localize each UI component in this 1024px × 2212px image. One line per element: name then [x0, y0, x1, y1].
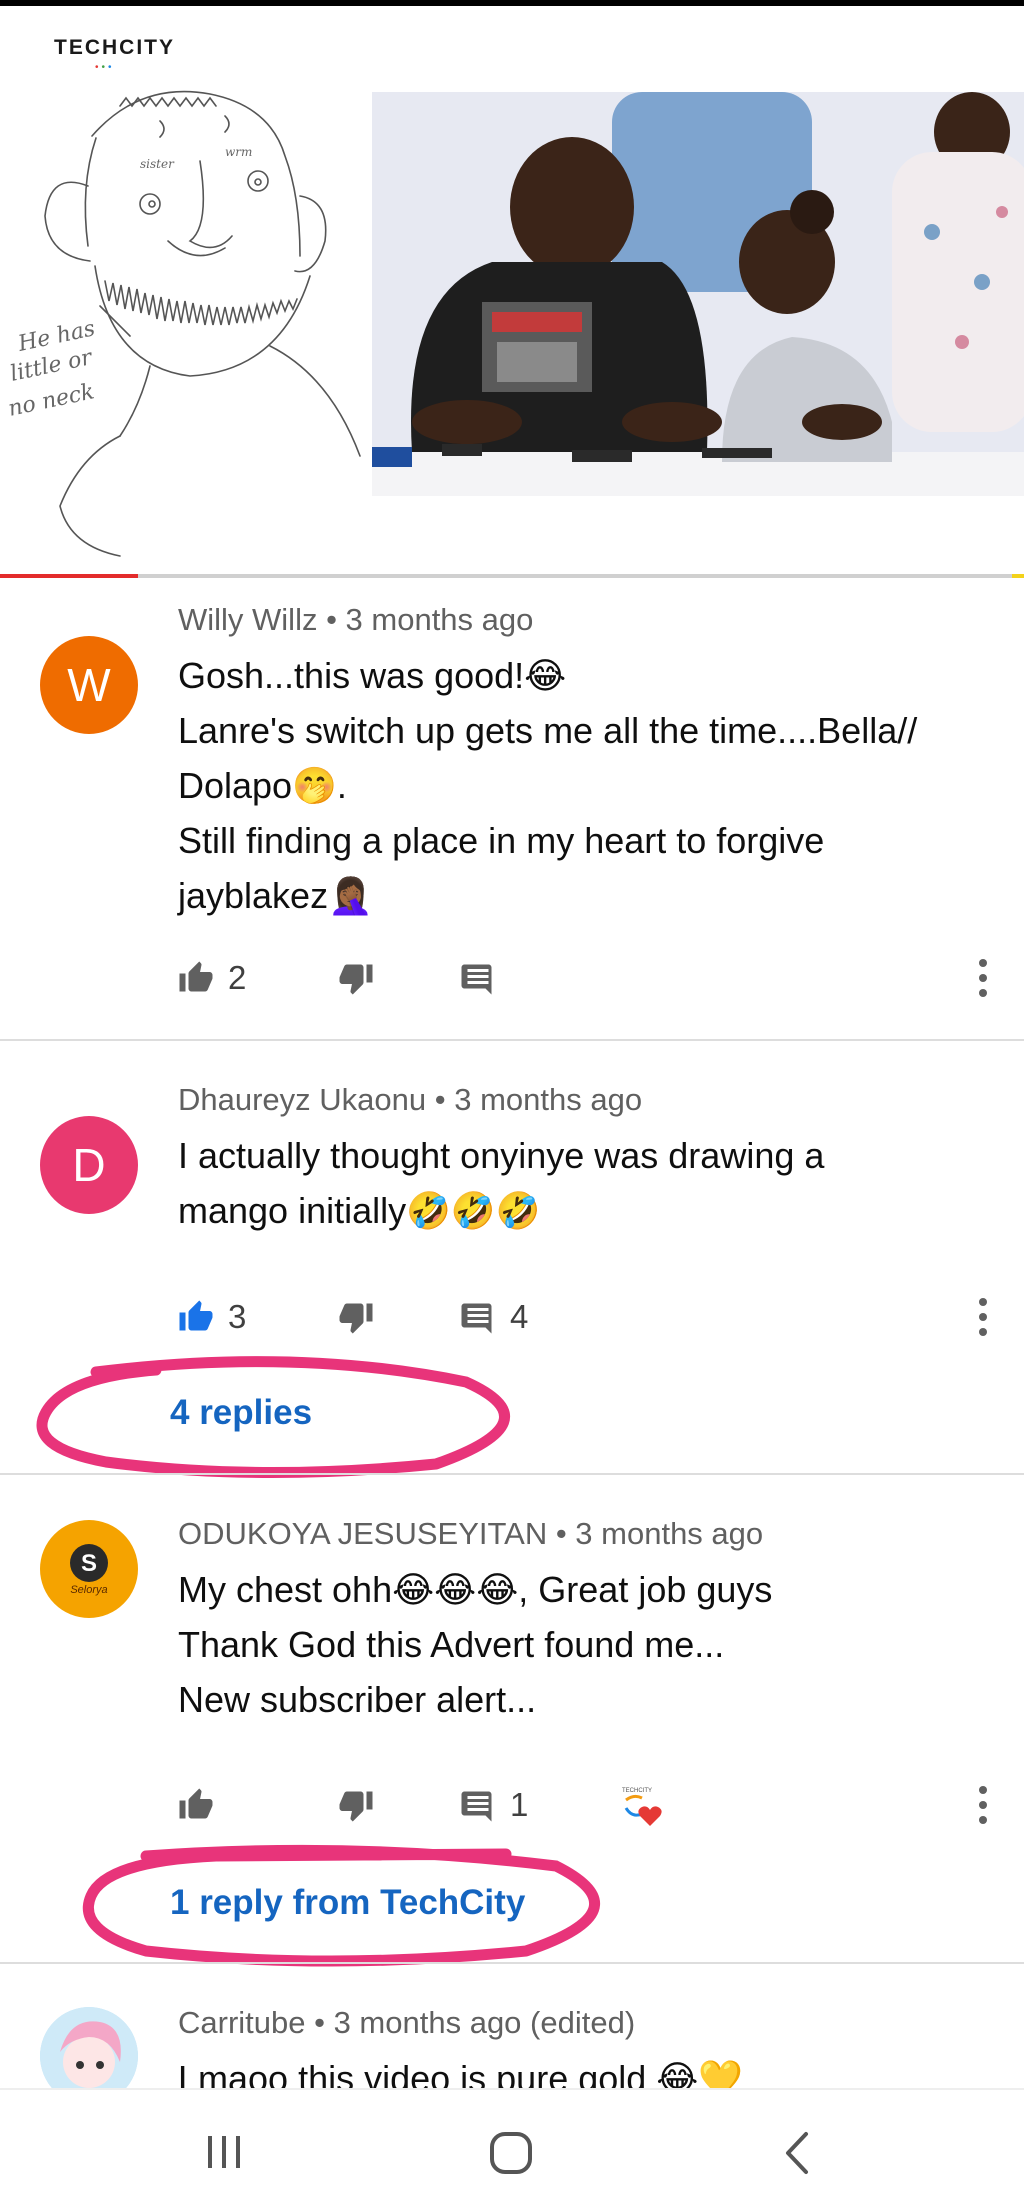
comment-meta: ODUKOYA JESUSEYITAN • 3 months ago: [178, 1516, 764, 1551]
ad-marker: [1012, 574, 1024, 578]
svg-text:no neck: no neck: [6, 379, 97, 422]
comment-line: jayblakez🤦🏾‍♀️: [178, 875, 373, 916]
video-progress-fill[interactable]: [0, 574, 139, 578]
dislike-button[interactable]: [338, 953, 374, 1003]
avatar[interactable]: W: [40, 636, 138, 734]
creator-heart-icon: TECHCITY: [622, 1788, 662, 1826]
thumbs-up-icon: [179, 1300, 213, 1331]
reply-button[interactable]: 1: [460, 1780, 528, 1830]
like-count: 3: [228, 1298, 247, 1335]
more-vert-icon[interactable]: [968, 1292, 998, 1342]
thumbs-down-icon: [339, 964, 373, 995]
reply-count: 1: [510, 1786, 529, 1823]
comment-line: I actually thought onyinye was drawing a: [178, 1135, 825, 1176]
like-button[interactable]: 2: [178, 953, 246, 1003]
comment-line: Lanre's switch up gets me all the time..…: [178, 710, 918, 751]
comment-icon: [461, 1303, 492, 1334]
watermark-dots: •••: [95, 62, 115, 73]
comment-line: Still finding a place in my heart to for…: [178, 820, 825, 861]
avatar[interactable]: [40, 2007, 138, 2088]
more-vert-icon[interactable]: [968, 1780, 998, 1830]
comment-line: My chest ohh😂😂😂, Great job guys: [178, 1569, 773, 1610]
thumbs-down-icon: [339, 1303, 373, 1334]
system-navigation-bar: [0, 2088, 1024, 2212]
view-replies-link[interactable]: 4 replies: [170, 1393, 312, 1433]
svg-text:S: S: [81, 1550, 97, 1577]
comment-text: Lmaoo this video is pure gold 😂💛: [178, 2051, 978, 2088]
anime-avatar-icon: [40, 2007, 138, 2088]
comment-line: Lmaoo this video is pure gold 😂💛: [178, 2058, 744, 2088]
dislike-button[interactable]: [338, 1780, 374, 1830]
video-progress-track[interactable]: [0, 574, 1024, 578]
recent-apps-icon[interactable]: [204, 2132, 244, 2172]
creator-heart: TECHCITY: [620, 1780, 666, 1830]
svg-text:TECHCITY: TECHCITY: [622, 1788, 652, 1794]
comment-actions: 1 TECHCITY: [178, 1780, 998, 1830]
comment-meta: Dhaureyz Ukaonu • 3 months ago: [178, 1082, 643, 1117]
video-player[interactable]: TECHCITY ••• He has little or no neck si…: [0, 6, 1024, 580]
home-icon[interactable]: [488, 2130, 534, 2176]
comment-line: mango initially🤣🤣🤣: [178, 1190, 541, 1231]
avatar-letter: W: [67, 659, 111, 711]
comment-text: My chest ohh😂😂😂, Great job guys Thank Go…: [178, 1562, 978, 1727]
like-button[interactable]: [178, 1780, 214, 1830]
thumbs-down-icon: [339, 1791, 373, 1822]
comment-icon: [461, 964, 492, 995]
comment-text: I actually thought onyinye was drawing a…: [178, 1128, 978, 1238]
comment-line: Dolapo🤭.: [178, 765, 347, 806]
comment-meta: Carritube • 3 months ago (edited): [178, 2005, 636, 2040]
comment-line: Gosh...this was good!😂: [178, 655, 567, 696]
thumbs-up-icon: [179, 1788, 213, 1819]
channel-watermark: TECHCITY: [54, 36, 175, 59]
comment-actions: 2: [178, 953, 998, 1003]
avatar-caption: Selorya: [70, 1584, 108, 1596]
comment-icon: [461, 1791, 492, 1822]
back-icon[interactable]: [782, 2130, 812, 2176]
thumbs-up-icon: [179, 961, 213, 992]
avatar[interactable]: S Selorya: [40, 1520, 138, 1618]
more-vert-icon[interactable]: [968, 953, 998, 1003]
dislike-button[interactable]: [338, 1292, 374, 1342]
svg-text:sister: sister: [140, 157, 175, 171]
svg-text:wrm: wrm: [225, 145, 252, 159]
reply-count: 4: [510, 1298, 529, 1335]
comment-line: New subscriber alert...: [178, 1679, 537, 1720]
comment-thread: Carritube • 3 months ago (edited) Lmaoo …: [0, 1963, 1024, 2088]
divider: [0, 1039, 1024, 1041]
comment-line: Thank God this Advert found me...: [178, 1624, 725, 1665]
comment-actions: 3 4: [178, 1292, 998, 1342]
like-button[interactable]: 3: [178, 1292, 246, 1342]
pencil-sketch-drawing: He has little or no neck sister wrm: [6, 90, 361, 557]
channel-logo-icon: S: [70, 1544, 108, 1582]
reply-button[interactable]: 4: [460, 1292, 528, 1342]
avatar-letter: D: [72, 1139, 106, 1191]
view-replies-link[interactable]: 1 reply from TechCity: [170, 1883, 525, 1923]
comment-meta: Willy Willz • 3 months ago: [178, 602, 534, 637]
reply-button[interactable]: [460, 953, 496, 1003]
comment-text: Gosh...this was good!😂 Lanre's switch up…: [178, 648, 978, 923]
like-count: 2: [228, 959, 247, 996]
video-thumbnail-photo: [372, 92, 1024, 496]
divider: [0, 1473, 1024, 1475]
avatar[interactable]: D: [40, 1116, 138, 1214]
